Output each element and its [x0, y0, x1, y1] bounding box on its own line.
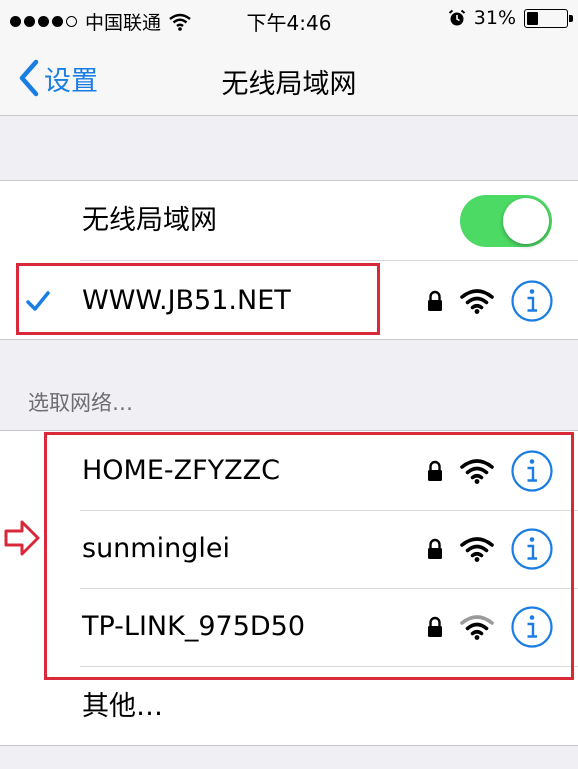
nav-bar: 设置 无线局域网 — [0, 40, 578, 116]
alarm-icon — [448, 9, 465, 26]
wifi-toggle-row: 无线局域网 — [0, 181, 578, 261]
battery-percent: 31% — [473, 7, 516, 29]
battery-level — [527, 11, 539, 25]
status-bar: 中国联通 下午4:46 31% — [0, 0, 578, 40]
info-button-icon[interactable] — [510, 279, 554, 323]
connected-network-trailing — [426, 279, 554, 323]
wifi-toggle-switch[interactable] — [460, 195, 552, 247]
toggle-knob — [503, 198, 549, 244]
annotation-box-connected — [16, 263, 380, 335]
wifi-toggle-label: 无线局域网 — [82, 205, 217, 236]
battery-icon — [524, 8, 573, 28]
wifi-signal-icon — [460, 289, 494, 314]
section-header: 选取网络… — [28, 391, 133, 415]
page-title: 无线局域网 — [221, 69, 357, 100]
annotation-box-networks — [44, 432, 574, 680]
arrow-right-icon — [4, 520, 40, 556]
status-right: 31% — [448, 7, 573, 29]
lock-icon — [428, 290, 442, 311]
